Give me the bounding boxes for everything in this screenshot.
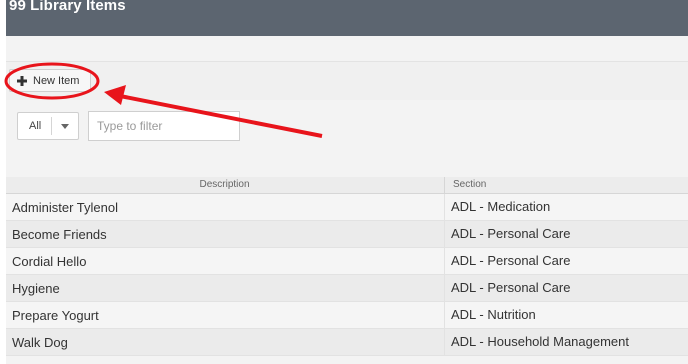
table-row[interactable]: Administer Tylenol ADL - Medication — [6, 194, 688, 221]
toolbar: New Item — [6, 61, 688, 101]
scope-dropdown-value: All — [29, 120, 42, 132]
row-description: Administer Tylenol — [12, 200, 118, 215]
row-section: ADL - Personal Care — [444, 221, 688, 247]
row-description: Hygiene — [12, 281, 60, 296]
table-header: Description Section — [6, 177, 688, 194]
row-description: Prepare Yogurt — [12, 308, 99, 323]
scope-dropdown-divider — [51, 117, 52, 135]
row-description: Walk Dog — [12, 335, 68, 350]
new-item-label: New Item — [33, 74, 80, 87]
plus-icon — [17, 75, 27, 86]
new-item-button[interactable]: New Item — [9, 69, 91, 92]
column-header-description[interactable]: Description — [6, 179, 443, 190]
table-row[interactable]: Become Friends ADL - Personal Care — [6, 221, 688, 248]
row-section: ADL - Nutrition — [444, 302, 688, 328]
row-description: Become Friends — [12, 227, 107, 242]
table-row[interactable]: Walk Dog ADL - Household Management — [6, 329, 688, 356]
library-page: 99 Library Items New Item All Descriptio… — [6, 0, 688, 364]
library-table: Description Section Administer Tylenol A… — [6, 177, 688, 356]
page-title: 99 Library Items — [9, 0, 126, 14]
caret-down-icon[interactable] — [61, 124, 69, 129]
filter-input[interactable] — [88, 111, 240, 141]
row-section: ADL - Personal Care — [444, 275, 688, 301]
table-row[interactable]: Hygiene ADL - Personal Care — [6, 275, 688, 302]
row-description: Cordial Hello — [12, 254, 87, 269]
row-section: ADL - Medication — [444, 194, 688, 220]
table-row[interactable]: Prepare Yogurt ADL - Nutrition — [6, 302, 688, 329]
header-bar: 99 Library Items — [6, 0, 688, 36]
column-header-section[interactable]: Section — [444, 177, 486, 193]
table-row[interactable]: Cordial Hello ADL - Personal Care — [6, 248, 688, 275]
row-section: ADL - Personal Care — [444, 248, 688, 274]
row-section: ADL - Household Management — [444, 329, 688, 355]
scope-dropdown[interactable]: All — [17, 112, 79, 140]
filter-area: All — [6, 100, 688, 176]
